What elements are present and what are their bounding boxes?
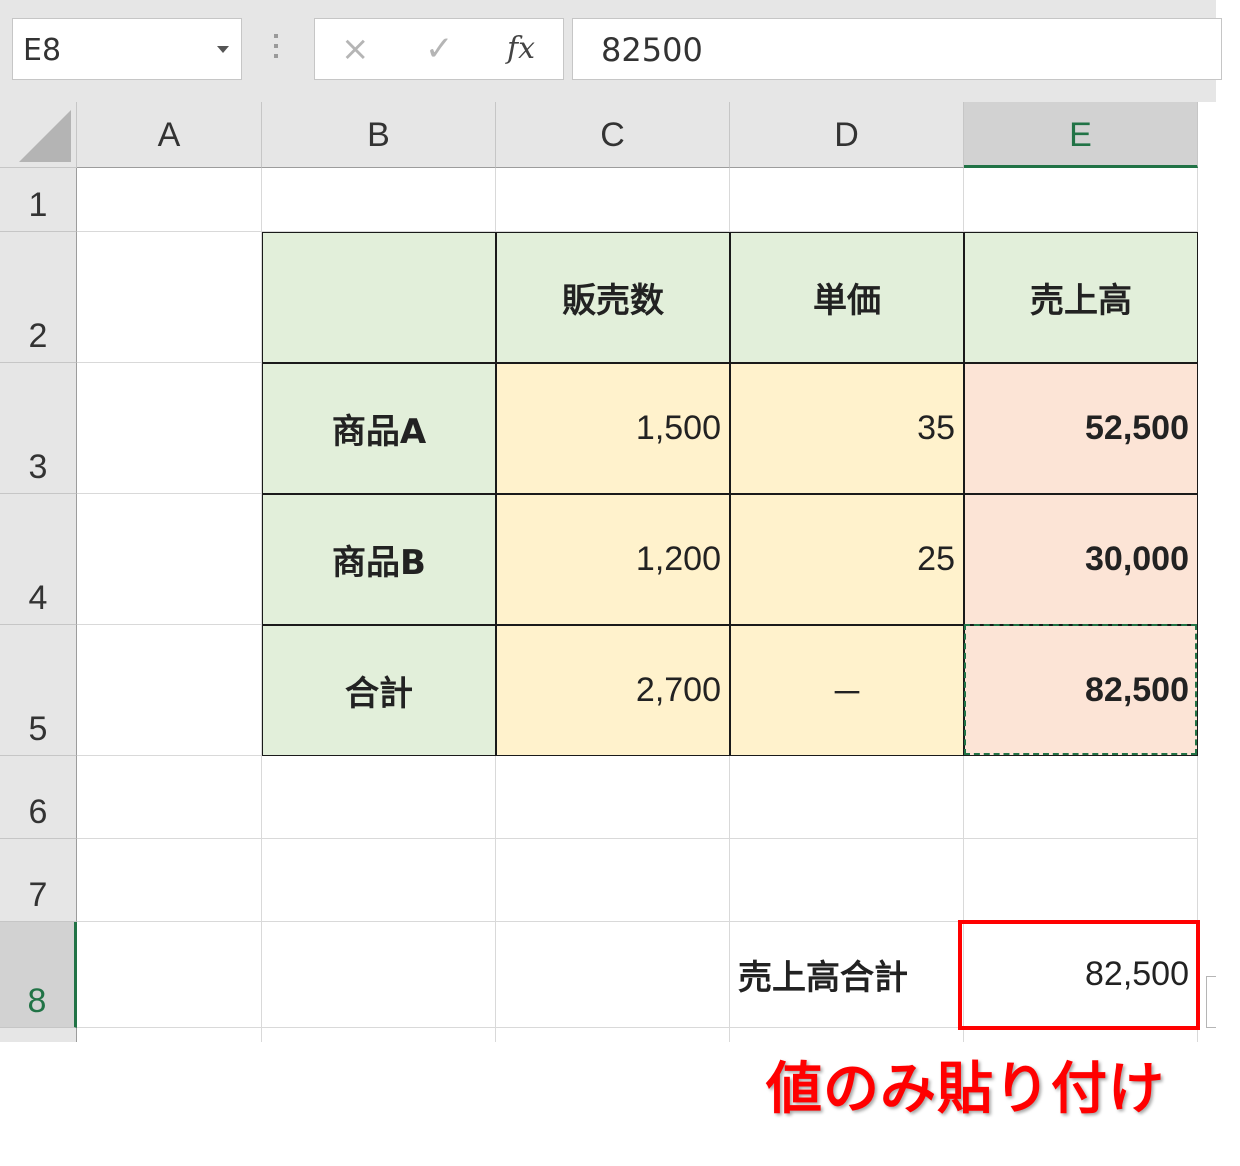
header-sales-qty[interactable]: 販売数 — [496, 232, 730, 363]
row-number: 1 — [28, 186, 48, 224]
formula-value: 82500 — [601, 31, 703, 69]
column-header-b[interactable]: B — [262, 102, 496, 168]
worksheet-grid: A B C D E 1 2 3 4 5 6 7 8 販売数 単価 売上高 商品A… — [0, 102, 1216, 1042]
row-header-1[interactable]: 1 — [0, 168, 77, 232]
cell-c1[interactable] — [496, 168, 730, 232]
cell-a2[interactable] — [77, 232, 262, 363]
cell-b9[interactable] — [262, 1028, 496, 1042]
row-number: 8 — [27, 982, 47, 1020]
row-header-7[interactable]: 7 — [0, 839, 77, 922]
column-header-c[interactable]: C — [496, 102, 730, 168]
cell-b1[interactable] — [262, 168, 496, 232]
cell-revenue-product-b[interactable]: 30,000 — [964, 494, 1198, 625]
row-header-6[interactable]: 6 — [0, 756, 77, 839]
select-all-icon — [19, 110, 71, 162]
cell-a1[interactable] — [77, 168, 262, 232]
name-box-value: E8 — [23, 33, 62, 68]
copy-marquee — [964, 624, 1197, 755]
row-number: 7 — [28, 876, 48, 914]
formula-input[interactable]: 82500 — [572, 18, 1222, 80]
paste-options-icon[interactable] — [1206, 976, 1216, 1028]
cell-e9[interactable] — [964, 1028, 1198, 1042]
name-box[interactable]: E8 — [12, 18, 242, 80]
row-number: 6 — [28, 793, 48, 831]
cell-revenue-product-a[interactable]: 52,500 — [964, 363, 1198, 494]
row-header-3[interactable]: 3 — [0, 363, 77, 494]
cell-c6[interactable] — [496, 756, 730, 839]
cell-a9[interactable] — [77, 1028, 262, 1042]
cell-qty-product-b[interactable]: 1,200 — [496, 494, 730, 625]
row-label-product-a[interactable]: 商品A — [262, 363, 496, 494]
cell-d9[interactable] — [730, 1028, 964, 1042]
cell-c7[interactable] — [496, 839, 730, 922]
drag-handle-icon[interactable] — [273, 34, 279, 64]
cell-e7[interactable] — [964, 839, 1198, 922]
cell-d1[interactable] — [730, 168, 964, 232]
row-header-2[interactable]: 2 — [0, 232, 77, 363]
summary-label[interactable]: 売上高合計 — [730, 922, 964, 1028]
cell-e1[interactable] — [964, 168, 1198, 232]
row-label-product-b[interactable]: 商品B — [262, 494, 496, 625]
cancel-icon[interactable]: × — [341, 29, 370, 69]
row-label-total[interactable]: 合計 — [262, 625, 496, 756]
header-unit-price[interactable]: 単価 — [730, 232, 964, 363]
row-number: 2 — [28, 317, 48, 355]
cell-b6[interactable] — [262, 756, 496, 839]
cell-a3[interactable] — [77, 363, 262, 494]
row-header-4[interactable]: 4 — [0, 494, 77, 625]
cell-qty-total[interactable]: 2,700 — [496, 625, 730, 756]
row-header-8[interactable]: 8 — [0, 922, 77, 1028]
cell-d6[interactable] — [730, 756, 964, 839]
select-all-button[interactable] — [0, 102, 77, 168]
row-number: 3 — [28, 448, 48, 486]
cell-a4[interactable] — [77, 494, 262, 625]
chevron-down-icon[interactable] — [217, 46, 229, 53]
cell-price-product-b[interactable]: 25 — [730, 494, 964, 625]
cell-b7[interactable] — [262, 839, 496, 922]
cell-price-product-a[interactable]: 35 — [730, 363, 964, 494]
cell-d7[interactable] — [730, 839, 964, 922]
cell-e6[interactable] — [964, 756, 1198, 839]
formula-buttons: × ✓ fx — [314, 18, 564, 80]
cell-a7[interactable] — [77, 839, 262, 922]
header-revenue[interactable]: 売上高 — [964, 232, 1198, 363]
cell-c9[interactable] — [496, 1028, 730, 1042]
annotation-caption: 値のみ貼り付け — [766, 1057, 1165, 1122]
cell-a5[interactable] — [77, 625, 262, 756]
row-header-9[interactable] — [0, 1028, 77, 1042]
column-header-a[interactable]: A — [77, 102, 262, 168]
cell-b8[interactable] — [262, 922, 496, 1028]
column-header-e[interactable]: E — [964, 102, 1198, 168]
cell-a8[interactable] — [77, 922, 262, 1028]
cell-c8[interactable] — [496, 922, 730, 1028]
cell-price-total[interactable]: － — [730, 625, 964, 756]
highlight-box — [958, 920, 1200, 1030]
column-header-d[interactable]: D — [730, 102, 964, 168]
formula-bar-area: E8 × ✓ fx 82500 — [0, 0, 1222, 102]
row-number: 4 — [28, 579, 48, 617]
cell-b2[interactable] — [262, 232, 496, 363]
enter-icon[interactable]: ✓ — [425, 29, 454, 69]
cell-qty-product-a[interactable]: 1,500 — [496, 363, 730, 494]
row-header-5[interactable]: 5 — [0, 625, 77, 756]
row-number: 5 — [28, 710, 48, 748]
insert-function-icon[interactable]: fx — [507, 29, 535, 69]
cell-a6[interactable] — [77, 756, 262, 839]
